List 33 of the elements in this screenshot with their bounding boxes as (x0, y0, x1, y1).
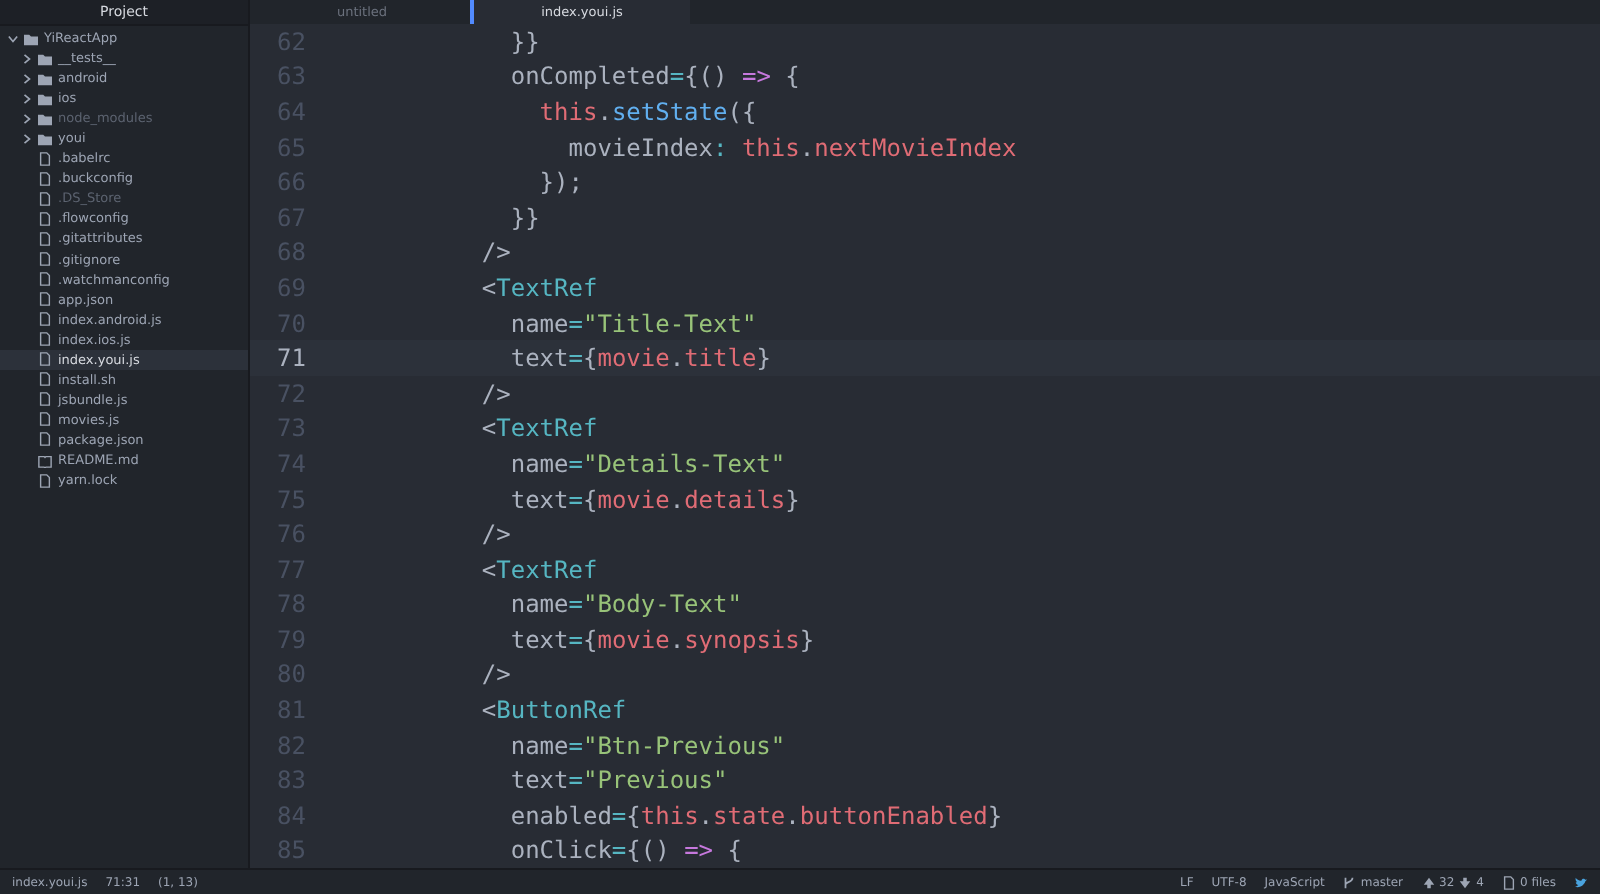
code-line: onCompleted={() => { (508, 62, 800, 91)
code-line: name="Details-Text" (508, 449, 786, 478)
code-line: text={movie.synopsis} (508, 625, 815, 654)
code-line: enabled={this.state.buttonEnabled} (508, 801, 1003, 830)
code-line: movieIndex: this.nextMovieIndex (566, 133, 1017, 162)
arrow-down-icon (1458, 875, 1473, 889)
code-line: }} (508, 27, 540, 56)
arrow-up-icon (1421, 875, 1436, 889)
book-icon (38, 453, 52, 467)
code-line: name="Body-Text" (508, 590, 742, 619)
code-line: /> (479, 520, 511, 549)
code-line: onClick={() => { (508, 836, 742, 865)
branch-icon (1342, 875, 1357, 889)
line-number: 71 (275, 344, 306, 373)
code-line: text="Previous" (508, 766, 728, 795)
code-line: name="Title-Text" (508, 309, 757, 338)
code-line: text={movie.title} (508, 344, 771, 373)
bird-icon[interactable] (1574, 875, 1588, 889)
code-line: }); (537, 168, 583, 197)
code-line: text={movie.details} (508, 485, 800, 514)
code-line: <TextRef (479, 273, 598, 302)
code-line: name="Btn-Previous" (508, 731, 786, 760)
code-line: /> (479, 238, 511, 267)
code-line: this.setState({ (537, 97, 757, 126)
file-icon (1502, 875, 1516, 889)
code-line: <TextRef (479, 414, 598, 443)
code-line: }} (508, 203, 540, 232)
code-line: <TextRef (479, 555, 598, 584)
code-line: /> (479, 660, 511, 689)
code-line: <ButtonRef (479, 696, 627, 725)
code-line: /> (479, 379, 511, 408)
chevron-down-icon[interactable] (8, 33, 18, 44)
file-icon (38, 473, 52, 488)
